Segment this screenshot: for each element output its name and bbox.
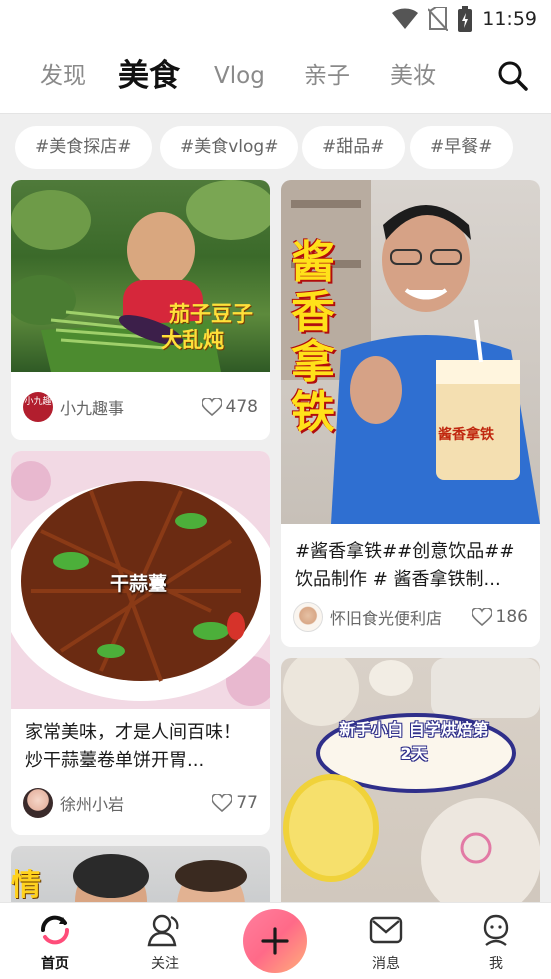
- wifi-icon: [392, 8, 419, 29]
- follow-users-icon: [147, 914, 179, 947]
- avatar[interactable]: [23, 788, 53, 818]
- tab-beauty[interactable]: 美妆: [390, 38, 436, 114]
- card-thumbnail[interactable]: 干蒜薹: [11, 451, 270, 709]
- heart-icon: [471, 608, 492, 626]
- nav-follow[interactable]: 关注: [135, 913, 195, 973]
- people-image: [73, 854, 247, 902]
- card-thumbnail[interactable]: 茄子豆子 大乱炖: [11, 180, 270, 372]
- battery-icon: [458, 6, 473, 32]
- feed-card[interactable]: 茄子豆子 大乱炖 小九趣 小九趣事 478: [11, 180, 270, 440]
- nav-home[interactable]: 首页: [25, 913, 85, 973]
- nav-follow-label: 关注: [151, 956, 179, 972]
- tab-discover[interactable]: 发现: [40, 38, 86, 114]
- tag-food-explore[interactable]: #美食探店#: [15, 126, 152, 169]
- feed-card[interactable]: 新手小白 自学烘焙第2天: [281, 658, 540, 902]
- card-overlay: 新手小白 自学烘焙第2天: [339, 720, 489, 763]
- author-name[interactable]: 小九趣事: [60, 395, 202, 419]
- card-overlay-big: 酱香拿铁: [291, 237, 335, 438]
- avatar[interactable]: [293, 602, 323, 632]
- tab-parenting[interactable]: 亲子: [304, 38, 350, 114]
- feed-card[interactable]: 酱香拿铁 酱香拿铁 #酱香拿铁##创意饮品##饮品制作 # 酱香拿铁制... 怀…: [281, 180, 540, 647]
- like-count[interactable]: 478: [201, 397, 258, 417]
- create-post-button[interactable]: [243, 909, 307, 973]
- mail-icon: [369, 916, 403, 944]
- nav-profile-label: 我: [489, 956, 503, 972]
- author-name[interactable]: 徐州小岩: [60, 791, 212, 815]
- card-title[interactable]: #酱香拿铁##创意饮品##饮品制作 # 酱香拿铁制...: [295, 538, 528, 596]
- like-count-value: 186: [495, 607, 528, 627]
- nav-profile[interactable]: 我: [466, 913, 526, 973]
- bottom-nav: 首页 关注 消息 我: [0, 902, 551, 979]
- status-bar: 11:59: [0, 0, 551, 38]
- leaves-image: [11, 180, 270, 372]
- card-thumbnail[interactable]: 新手小白 自学烘焙第2天: [281, 658, 540, 902]
- search-icon[interactable]: [495, 58, 531, 94]
- feed-card[interactable]: 情: [11, 846, 270, 902]
- no-sim-icon: [428, 7, 449, 31]
- status-icons: 11:59: [392, 6, 537, 32]
- avatar[interactable]: 小九趣: [23, 392, 53, 422]
- tab-vlog[interactable]: Vlog: [214, 38, 265, 114]
- card-thumbnail[interactable]: 酱香拿铁 酱香拿铁: [281, 180, 540, 524]
- card-overlay-line2: 大乱炖: [161, 328, 224, 352]
- cup-label: 酱香拿铁: [438, 427, 494, 443]
- card-title[interactable]: 家常美味，才是人间百味！炒干蒜薹卷单饼开胃...: [25, 719, 258, 777]
- like-count[interactable]: 77: [212, 793, 258, 813]
- tag-breakfast[interactable]: #早餐#: [410, 126, 513, 169]
- feed: 茄子豆子 大乱炖 小九趣 小九趣事 478 干蒜薹 家常美味，才是人间百味！炒干…: [0, 180, 551, 902]
- tags-row: #美食探店# #美食vlog# #甜品# #早餐#: [0, 114, 551, 180]
- profile-icon: [483, 914, 509, 946]
- nav-messages-label: 消息: [372, 956, 400, 972]
- heart-icon: [201, 398, 222, 416]
- card-thumbnail[interactable]: 情: [11, 846, 270, 902]
- avatar-text: 小九趣: [24, 397, 52, 407]
- author-name[interactable]: 怀旧食光便利店: [330, 605, 472, 629]
- home-refresh-icon: [40, 915, 70, 945]
- card-footer: 徐州小岩 77: [23, 787, 258, 819]
- like-count-value: 77: [236, 793, 258, 813]
- heart-icon: [212, 794, 233, 812]
- baking-image: [283, 658, 540, 902]
- tag-dessert[interactable]: #甜品#: [302, 126, 405, 169]
- feed-card[interactable]: 干蒜薹 家常美味，才是人间百味！炒干蒜薹卷单饼开胃... 徐州小岩 77: [11, 451, 270, 835]
- like-count[interactable]: 186: [471, 607, 528, 627]
- like-count-value: 478: [225, 397, 258, 417]
- status-time: 11:59: [482, 8, 537, 30]
- nav-messages[interactable]: 消息: [356, 913, 416, 973]
- nav-home-label: 首页: [41, 956, 69, 972]
- tab-food[interactable]: 美食: [118, 38, 184, 114]
- tag-food-vlog[interactable]: #美食vlog#: [160, 126, 299, 169]
- card-footer: 怀旧食光便利店 186: [293, 601, 528, 633]
- plus-icon: [261, 927, 289, 955]
- card-overlay: 情: [11, 868, 41, 902]
- card-overlay: 干蒜薹: [110, 573, 168, 595]
- card-footer: 小九趣 小九趣事 478: [23, 391, 258, 423]
- top-nav: 发现 美食 Vlog 亲子 美妆: [0, 38, 551, 114]
